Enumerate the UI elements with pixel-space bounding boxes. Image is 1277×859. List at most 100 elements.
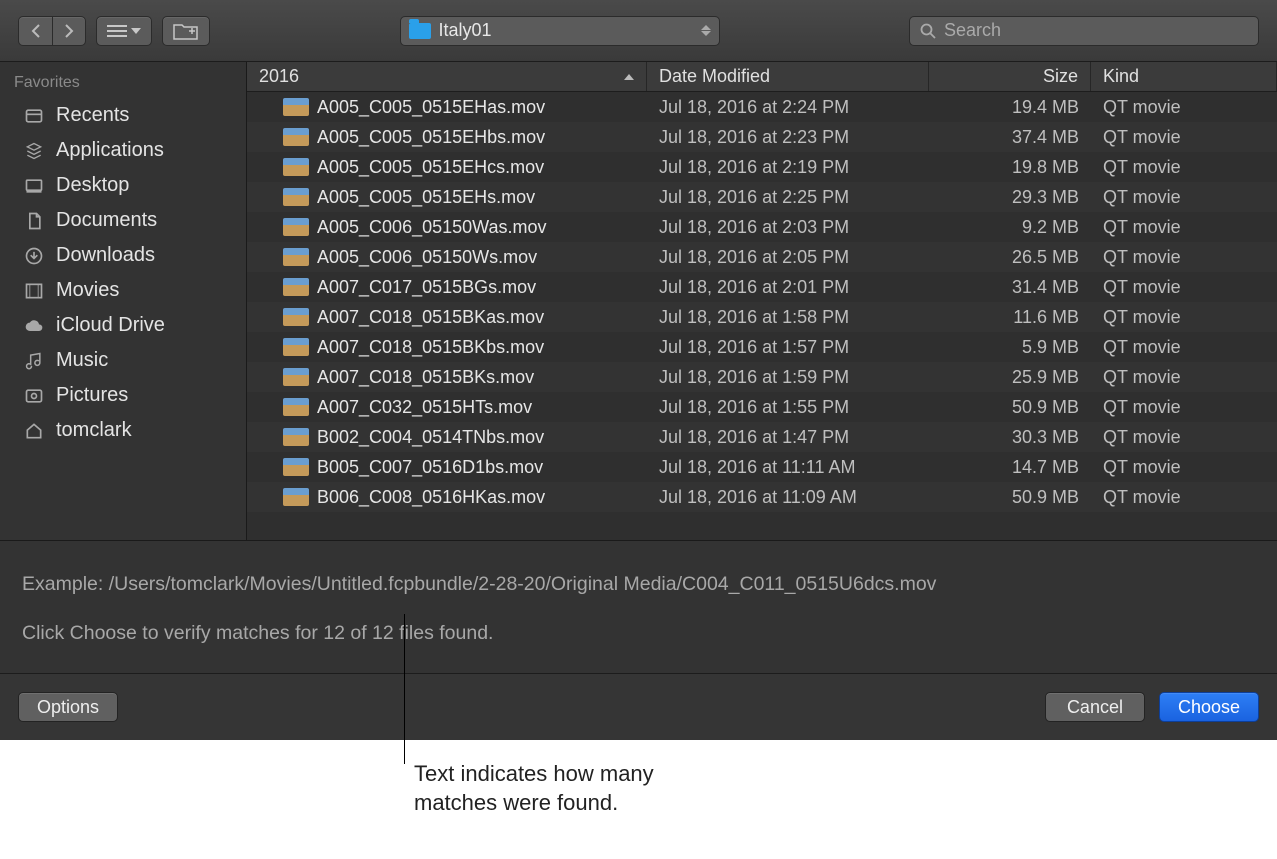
movie-thumb-icon bbox=[283, 278, 309, 296]
options-button[interactable]: Options bbox=[18, 692, 118, 722]
file-name: B005_C007_0516D1bs.mov bbox=[317, 457, 543, 478]
file-row[interactable]: B005_C007_0516D1bs.mov Jul 18, 2016 at 11… bbox=[247, 452, 1277, 482]
file-kind: QT movie bbox=[1091, 127, 1277, 148]
search-field[interactable]: Search bbox=[909, 16, 1259, 46]
sidebar-item-label: Pictures bbox=[56, 384, 128, 407]
file-row[interactable]: A005_C006_05150Ws.movJul 18, 2016 at 2:0… bbox=[247, 242, 1277, 272]
file-name: A007_C018_0515BKs.mov bbox=[317, 367, 534, 388]
file-size: 31.4 MB bbox=[929, 277, 1091, 298]
sidebar-item-label: Desktop bbox=[56, 174, 129, 197]
movie-thumb-icon bbox=[283, 248, 309, 266]
toolbar: Italy01 Search bbox=[0, 0, 1277, 62]
file-name: B006_C008_0516HKas.mov bbox=[317, 487, 545, 508]
file-row[interactable]: B002_C004_0514TNbs.movJul 18, 2016 at 1:… bbox=[247, 422, 1277, 452]
file-row[interactable]: A005_C005_0515EHbs.movJul 18, 2016 at 2:… bbox=[247, 122, 1277, 152]
file-date: Jul 18, 2016 at 1:59 PM bbox=[647, 367, 929, 388]
column-name[interactable]: 2016 bbox=[247, 62, 647, 91]
file-row[interactable]: A005_C005_0515EHcs.movJul 18, 2016 at 2:… bbox=[247, 152, 1277, 182]
match-status: Click Choose to verify matches for 12 of… bbox=[22, 618, 1255, 649]
search-placeholder: Search bbox=[944, 20, 1001, 41]
sidebar-item-downloads[interactable]: Downloads bbox=[0, 238, 246, 273]
file-size: 26.5 MB bbox=[929, 247, 1091, 268]
new-folder-button[interactable] bbox=[162, 16, 210, 46]
file-kind: QT movie bbox=[1091, 187, 1277, 208]
apps-icon bbox=[22, 141, 46, 161]
file-row[interactable]: A007_C032_0515HTs.mov Jul 18, 2016 at 1:5… bbox=[247, 392, 1277, 422]
file-row[interactable]: A007_C017_0515BGs.mov Jul 18, 2016 at 2:0… bbox=[247, 272, 1277, 302]
sidebar-item-pictures[interactable]: Pictures bbox=[0, 378, 246, 413]
column-kind[interactable]: Kind bbox=[1091, 62, 1277, 91]
sidebar-item-label: iCloud Drive bbox=[56, 314, 165, 337]
file-size: 19.4 MB bbox=[929, 97, 1091, 118]
file-row[interactable]: A005_C005_0515EHas.movJul 18, 2016 at 2:… bbox=[247, 92, 1277, 122]
movie-thumb-icon bbox=[283, 308, 309, 326]
file-name: A007_C017_0515BGs.mov bbox=[317, 277, 536, 298]
file-date: Jul 18, 2016 at 2:01 PM bbox=[647, 277, 929, 298]
chevron-down-icon bbox=[131, 28, 141, 34]
path-popup[interactable]: Italy01 bbox=[400, 16, 720, 46]
forward-button[interactable] bbox=[52, 16, 86, 46]
music-icon bbox=[22, 351, 46, 371]
file-kind: QT movie bbox=[1091, 277, 1277, 298]
sidebar-item-label: Recents bbox=[56, 104, 129, 127]
file-kind: QT movie bbox=[1091, 157, 1277, 178]
file-size: 50.9 MB bbox=[929, 397, 1091, 418]
callout-text: Text indicates how manymatches were foun… bbox=[414, 760, 654, 817]
file-row[interactable]: A007_C018_0515BKs.mov Jul 18, 2016 at 1:5… bbox=[247, 362, 1277, 392]
file-kind: QT movie bbox=[1091, 307, 1277, 328]
downloads-icon bbox=[22, 246, 46, 266]
movie-thumb-icon bbox=[283, 338, 309, 356]
sidebar: Favorites Recents Applications Desktop Docu… bbox=[0, 62, 247, 540]
info-panel: Example: /Users/tomclark/Movies/Untitled… bbox=[0, 540, 1277, 673]
file-date: Jul 18, 2016 at 1:58 PM bbox=[647, 307, 929, 328]
file-name: A005_C005_0515EHbs.mov bbox=[317, 127, 545, 148]
choose-button[interactable]: Choose bbox=[1159, 692, 1259, 722]
sidebar-item-documents[interactable]: Documents bbox=[0, 203, 246, 238]
callout-line bbox=[404, 614, 405, 764]
file-row[interactable]: B006_C008_0516HKas.mov Jul 18, 2016 at 11… bbox=[247, 482, 1277, 512]
sidebar-item-home[interactable]: tomclark bbox=[0, 413, 246, 448]
back-button[interactable] bbox=[18, 16, 52, 46]
search-icon bbox=[920, 23, 936, 39]
sidebar-item-desktop[interactable]: Desktop bbox=[0, 168, 246, 203]
cancel-button[interactable]: Cancel bbox=[1045, 692, 1145, 722]
column-size[interactable]: Size bbox=[929, 62, 1091, 91]
movie-thumb-icon bbox=[283, 398, 309, 416]
file-date: Jul 18, 2016 at 2:03 PM bbox=[647, 217, 929, 238]
movie-thumb-icon bbox=[283, 458, 309, 476]
file-date: Jul 18, 2016 at 11:11 AM bbox=[647, 457, 929, 478]
movie-thumb-icon bbox=[283, 488, 309, 506]
sidebar-section-label: Favorites bbox=[0, 70, 246, 98]
file-date: Jul 18, 2016 at 11:09 AM bbox=[647, 487, 929, 508]
file-date: Jul 18, 2016 at 2:25 PM bbox=[647, 187, 929, 208]
file-date: Jul 18, 2016 at 1:55 PM bbox=[647, 397, 929, 418]
sidebar-item-music[interactable]: Music bbox=[0, 343, 246, 378]
sidebar-item-apps[interactable]: Applications bbox=[0, 133, 246, 168]
sidebar-item-label: Music bbox=[56, 349, 108, 372]
file-date: Jul 18, 2016 at 1:47 PM bbox=[647, 427, 929, 448]
icloud-icon bbox=[22, 316, 46, 336]
file-kind: QT movie bbox=[1091, 367, 1277, 388]
sidebar-item-movies[interactable]: Movies bbox=[0, 273, 246, 308]
file-chooser-window: Italy01 Search Favorites Recents Applicat… bbox=[0, 0, 1277, 740]
path-label: Italy01 bbox=[439, 20, 492, 41]
sidebar-item-icloud[interactable]: iCloud Drive bbox=[0, 308, 246, 343]
file-row[interactable]: A007_C018_0515BKbs.movJul 18, 2016 at 1:… bbox=[247, 332, 1277, 362]
file-date: Jul 18, 2016 at 2:24 PM bbox=[647, 97, 929, 118]
file-row[interactable]: A005_C005_0515EHs.movJul 18, 2016 at 2:2… bbox=[247, 182, 1277, 212]
file-name: A007_C018_0515BKbs.mov bbox=[317, 337, 544, 358]
view-mode-button[interactable] bbox=[96, 16, 152, 46]
sidebar-item-recents[interactable]: Recents bbox=[0, 98, 246, 133]
file-size: 37.4 MB bbox=[929, 127, 1091, 148]
file-date: Jul 18, 2016 at 2:19 PM bbox=[647, 157, 929, 178]
column-date[interactable]: Date Modified bbox=[647, 62, 929, 91]
movie-thumb-icon bbox=[283, 188, 309, 206]
documents-icon bbox=[22, 211, 46, 231]
desktop-icon bbox=[22, 176, 46, 196]
annotation: Text indicates how manymatches were foun… bbox=[0, 740, 1277, 839]
file-row[interactable]: A007_C018_0515BKas.movJul 18, 2016 at 1:… bbox=[247, 302, 1277, 332]
file-name: A007_C032_0515HTs.mov bbox=[317, 397, 532, 418]
sort-ascending-icon bbox=[624, 74, 634, 80]
column-header: 2016 Date Modified Size Kind bbox=[247, 62, 1277, 92]
file-row[interactable]: A005_C006_05150Was.movJul 18, 2016 at 2:… bbox=[247, 212, 1277, 242]
